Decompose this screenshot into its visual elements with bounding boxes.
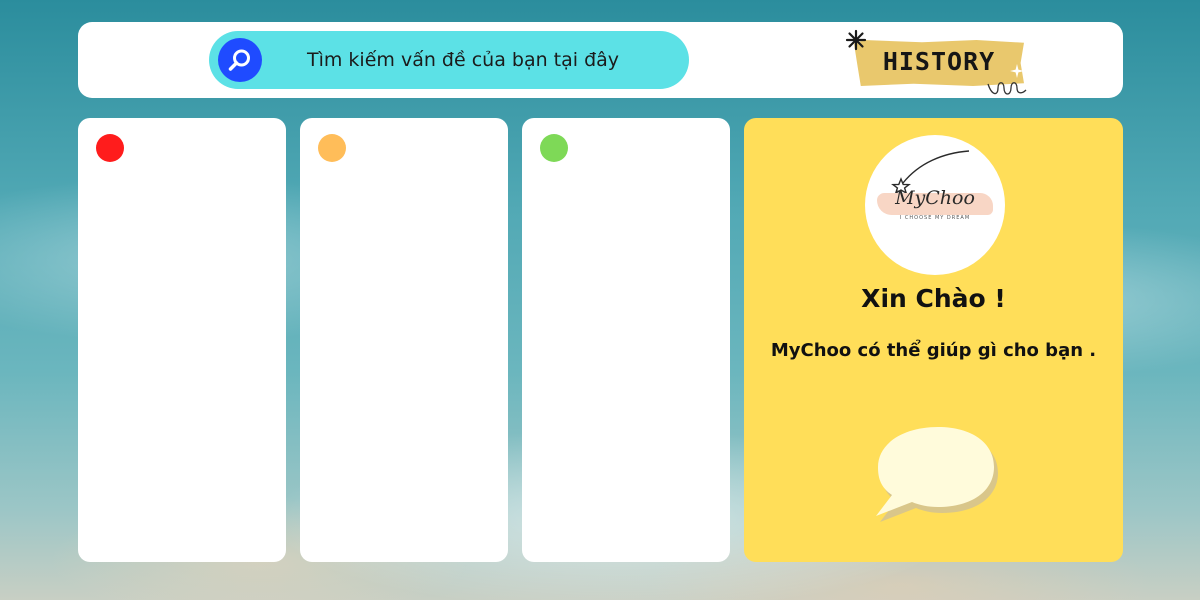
column-orange	[300, 118, 508, 562]
status-dot-orange	[318, 134, 346, 162]
greeting-title: Xin Chào !	[861, 284, 1006, 313]
history-label: HISTORY	[882, 47, 996, 76]
logo-tagline: I CHOOSE MY DREAM	[899, 215, 971, 221]
search-icon	[228, 49, 250, 71]
squiggle-decoration	[987, 82, 1027, 95]
status-dot-red	[96, 134, 124, 162]
welcome-panel: MyChoo I CHOOSE MY DREAM Xin Chào ! MyCh…	[744, 118, 1123, 562]
chat-bubble-icon[interactable]	[876, 421, 1000, 523]
search-input-text[interactable]: Tìm kiếm vấn đề của bạn tại đây	[307, 31, 619, 89]
history-button[interactable]: HISTORY	[844, 28, 1034, 96]
column-red	[78, 118, 286, 562]
search-button[interactable]	[218, 38, 262, 82]
top-bar: Tìm kiếm vấn đề của bạn tại đây HISTORY	[78, 22, 1123, 98]
status-dot-green	[540, 134, 568, 162]
greeting-subtitle: MyChoo có thể giúp gì cho bạn .	[770, 340, 1097, 361]
mychoo-logo: MyChoo I CHOOSE MY DREAM	[865, 135, 1005, 275]
search-bar[interactable]: Tìm kiếm vấn đề của bạn tại đây	[209, 31, 689, 89]
column-green	[522, 118, 730, 562]
logo-name: MyChoo	[895, 187, 975, 209]
